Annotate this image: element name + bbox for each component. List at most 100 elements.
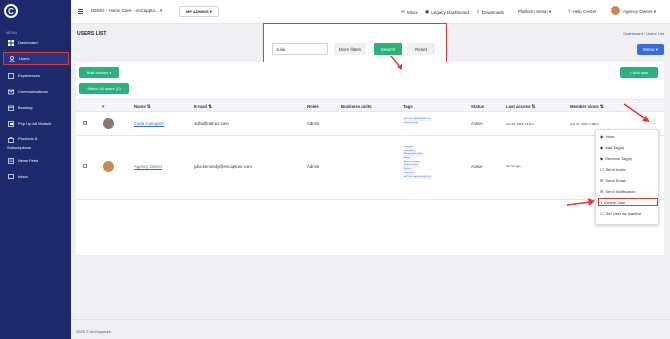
user-name-link[interactable]: Carla Caregiver bbox=[134, 121, 164, 126]
sidebar-item-popup-ad[interactable]: Pop Up Ad Module bbox=[3, 120, 69, 127]
tenant-selector[interactable]: DEMO - Home Care - enCapptu... ▾ bbox=[91, 8, 162, 14]
avatar[interactable] bbox=[611, 6, 620, 15]
user-menu[interactable]: Agency Owner ▾ bbox=[623, 9, 656, 15]
page-title: USERS LIST bbox=[77, 31, 107, 37]
sidebar-item-label: Users bbox=[19, 56, 30, 61]
annotation-arrow-icon bbox=[390, 55, 402, 70]
header-num: # bbox=[102, 104, 105, 109]
sidebar-item-label: Communications bbox=[18, 89, 48, 94]
sidebar-item-label: Pop Up Ad Module bbox=[18, 121, 52, 126]
popup-icon bbox=[7, 120, 14, 127]
top-bar: DEMO - Home Care - enCapptu... ▾ MP ADMI… bbox=[71, 0, 670, 24]
sidebar-item-communications[interactable]: Communications bbox=[3, 88, 69, 95]
header-last-access[interactable]: Last access ⇅ bbox=[506, 104, 535, 110]
footer-divider bbox=[71, 319, 670, 320]
menu-item-label: Send Invite bbox=[605, 167, 626, 172]
sidebar-item-label: Dashboard bbox=[18, 40, 38, 45]
sidebar-item-dashboard[interactable]: Dashboard bbox=[3, 39, 69, 46]
legacy-dashboard-label: Legacy Dashboard bbox=[431, 9, 470, 15]
sidebar-item-news-feed[interactable]: News Feed bbox=[3, 157, 69, 164]
tag-chip: Admin bbox=[403, 157, 412, 161]
sidebar-item-label: News Feed bbox=[18, 158, 39, 163]
app-logo[interactable]: C bbox=[4, 4, 18, 18]
users-table-card: Bulk actions ▾ Select All users (2) + Ad… bbox=[76, 62, 664, 255]
menu-item-label: Set User as Inactive bbox=[605, 211, 642, 216]
inbox-icon bbox=[7, 173, 14, 180]
legacy-dashboard-link[interactable]: ▣ Legacy Dashboard bbox=[425, 9, 469, 15]
more-filters-button[interactable]: More filters bbox=[334, 43, 366, 55]
downloads-link[interactable]: ⇩ Downloads bbox=[476, 9, 504, 15]
user-name-link[interactable]: Agency Owner bbox=[134, 164, 162, 169]
sidebar-item-users[interactable]: Users bbox=[3, 52, 69, 65]
search-input[interactable]: Julia bbox=[272, 43, 328, 55]
select-all-button[interactable]: Select All users (2) bbox=[79, 83, 129, 94]
filter-panel: Julia More filters Search Reset bbox=[263, 23, 447, 67]
bulk-actions-button[interactable]: Bulk actions ▾ bbox=[79, 67, 119, 78]
eye-icon: ◉ bbox=[600, 134, 604, 139]
menu-item-add-tags[interactable]: ◆ Add Tag(s) bbox=[600, 145, 624, 150]
header-member-since[interactable]: Member since ⇅ bbox=[570, 104, 603, 110]
header-status: Status bbox=[471, 104, 485, 109]
row-checkbox[interactable] bbox=[83, 164, 87, 168]
sidebar-item-label: Experiences bbox=[18, 73, 41, 78]
user-tags: ACTIVE CAREGIVER 2021 Dallas Ground bbox=[403, 118, 432, 125]
platform-setup-label: Platform Setup ▾ bbox=[518, 9, 552, 14]
help-icon: ? bbox=[568, 9, 571, 14]
menu-item-send-email[interactable]: ✉ Send Email bbox=[600, 178, 626, 183]
user-member-since: Aug 07, 2022 7:48pm bbox=[570, 122, 599, 126]
sidebar-item-products[interactable]: Products & Subscriptions bbox=[3, 136, 69, 150]
menu-item-set-inactive[interactable]: ☐ Set User as Inactive bbox=[600, 211, 641, 216]
sidebar-item-label: Products & bbox=[18, 136, 38, 141]
tag-chip: Dallas Ground bbox=[403, 121, 419, 125]
header-tags: Tags bbox=[403, 104, 413, 109]
tag-chip: ACTIVE CAREGIVER 2021 bbox=[403, 118, 432, 122]
sidebar-item-experiences[interactable]: Experiences bbox=[3, 72, 69, 79]
help-center-link[interactable]: ? Help Center bbox=[568, 9, 597, 14]
tag-chip: Team One bbox=[403, 171, 416, 176]
sidebar-item-label: Inbox bbox=[18, 174, 28, 179]
header-name[interactable]: Name ⇅ bbox=[134, 104, 151, 110]
header-email[interactable]: E-mail ⇅ bbox=[194, 104, 212, 110]
hamburger-icon[interactable] bbox=[78, 9, 83, 14]
reset-button[interactable]: Reset bbox=[407, 43, 435, 55]
user-last-access: Jun 06, 2023 1:41pm bbox=[506, 122, 535, 126]
sidebar: C MENU Dashboard Users Experiences Commu… bbox=[0, 0, 71, 339]
download-icon: ⇩ bbox=[476, 9, 480, 14]
sidebar-item-label: Subscriptions bbox=[7, 145, 32, 150]
products-icon bbox=[7, 136, 14, 143]
user-tags: Caregiver onboarding AgencyOwnerRMN Admi… bbox=[403, 146, 432, 179]
header-business-units: Business units bbox=[341, 104, 372, 109]
downloads-label: Downloads bbox=[481, 9, 505, 15]
menu-item-view[interactable]: ◉ View bbox=[600, 134, 614, 139]
tag-remove-icon: ◆ bbox=[600, 156, 604, 161]
menu-item-remove-tags[interactable]: ◆ Remove Tag(s) bbox=[600, 156, 632, 161]
menu-item-send-invite[interactable]: ☐ Send Invite bbox=[600, 167, 626, 172]
menu-item-delete-user[interactable]: ▪ Delete User bbox=[598, 198, 658, 206]
notification-icon: ✉ bbox=[600, 189, 604, 194]
trash-icon: ▪ bbox=[601, 199, 603, 205]
table-row: Carla Caregiver Julia@ra5-ez.com Admin A… bbox=[76, 112, 664, 136]
add-user-button[interactable]: + Add user bbox=[620, 67, 658, 78]
menu-button[interactable]: Menu ▾ bbox=[637, 44, 664, 55]
menu-item-label: Add Tag(s) bbox=[605, 145, 625, 150]
help-center-label: Help Center bbox=[572, 9, 597, 14]
inbox-link[interactable]: ✉ Inbox bbox=[401, 9, 418, 15]
breadcrumb[interactable]: Dashboard / Users List bbox=[623, 31, 664, 36]
platform-setup-menu[interactable]: Platform Setup ▾ bbox=[518, 9, 551, 15]
menu-item-label: Delete User bbox=[604, 199, 626, 205]
user-last-access: 42 min ago bbox=[506, 164, 521, 168]
experiences-icon bbox=[7, 72, 14, 79]
row-actions-dropdown: ◉ View ◆ Add Tag(s) ◆ Remove Tag(s) ☐ Send I… bbox=[595, 129, 659, 225]
sidebar-item-booking[interactable]: Booking bbox=[3, 104, 69, 111]
row-checkbox[interactable] bbox=[83, 121, 87, 125]
menu-item-send-notification[interactable]: ✉ Send Notification bbox=[600, 189, 636, 194]
invite-icon: ☐ bbox=[600, 167, 604, 172]
menu-item-label: Send Email bbox=[605, 178, 626, 183]
sidebar-item-inbox[interactable]: Inbox bbox=[3, 173, 69, 180]
admins-dropdown[interactable]: MP ADMINS ▾ bbox=[179, 6, 219, 17]
user-status: Active bbox=[471, 164, 483, 169]
menu-item-label: Remove Tag(s) bbox=[605, 156, 633, 161]
annotation-arrow-icon bbox=[566, 198, 595, 206]
footer-copyright: 2025 © enCappture. bbox=[76, 329, 113, 334]
search-button[interactable]: Search bbox=[374, 43, 402, 55]
